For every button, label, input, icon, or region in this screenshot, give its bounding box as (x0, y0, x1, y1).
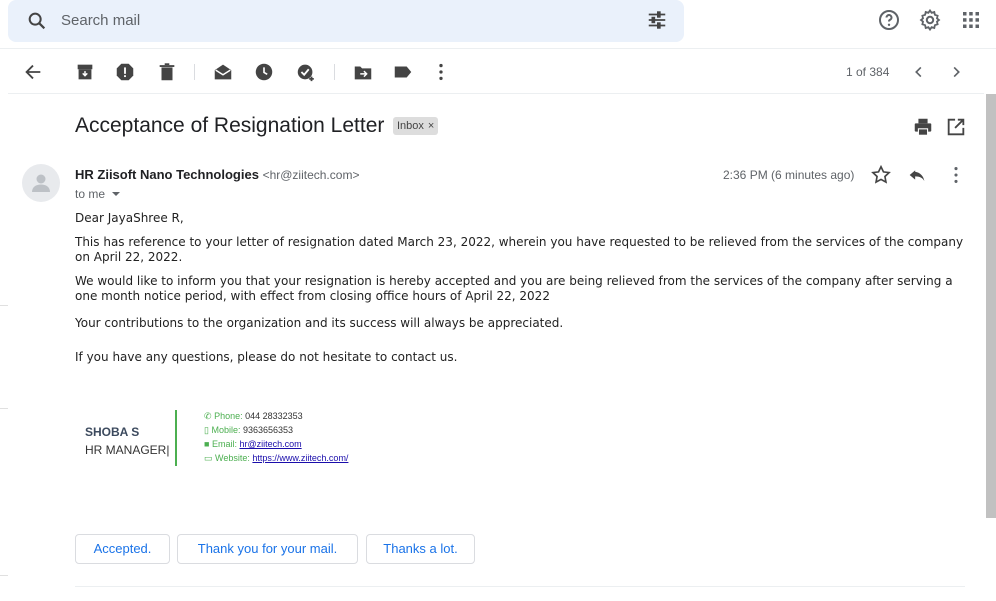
email-paragraph: Your contributions to the organization a… (75, 316, 564, 330)
smart-reply-button[interactable]: Accepted. (75, 534, 170, 564)
apps-grid-icon[interactable] (959, 8, 983, 32)
print-icon[interactable] (912, 116, 934, 138)
newer-chevron-left-icon[interactable] (908, 61, 930, 83)
envelope-icon: ■ (204, 439, 210, 449)
signature-website: ▭ Website: https://www.ziitech.com/ (204, 453, 348, 464)
label-text: Inbox (397, 120, 424, 132)
email-paragraph: We would like to inform you that your re… (75, 274, 953, 303)
search-bar[interactable]: Search mail (8, 0, 684, 42)
email-paragraph: If you have any questions, please do not… (75, 350, 458, 364)
delete-trash-icon[interactable] (156, 61, 178, 83)
signature-mobile: ▯ Mobile: 9363656353 (204, 425, 293, 436)
website-label: Website: (215, 453, 250, 463)
mobile-value: 9363656353 (243, 425, 294, 435)
phone-value: 044 28332353 (245, 411, 303, 421)
sender-name[interactable]: HR Ziisoft Nano Technologies (75, 167, 259, 182)
signature-email: ■ Email: hr@ziitech.com (204, 439, 302, 449)
help-icon[interactable] (877, 8, 901, 32)
back-arrow-icon[interactable] (22, 61, 44, 83)
older-chevron-right-icon[interactable] (945, 61, 967, 83)
signature-website-link[interactable]: https://www.ziitech.com/ (252, 453, 348, 463)
email-subject: Acceptance of Resignation Letter (75, 114, 385, 137)
toolbar-divider (8, 93, 984, 94)
settings-gear-icon[interactable] (918, 8, 942, 32)
signature-phone: ✆ Phone: 044 28332353 (204, 411, 303, 422)
email-greeting: Dear JayaShree R, (75, 211, 184, 225)
more-options-vertical-icon[interactable] (430, 61, 452, 83)
chevron-down-icon[interactable] (111, 190, 121, 198)
remove-label-icon[interactable]: × (428, 120, 434, 132)
signature-name: SHOBA S (85, 425, 140, 439)
phone-label: Phone: (214, 411, 243, 421)
toolbar-separator (334, 64, 335, 80)
more-options-vertical-icon[interactable] (945, 164, 967, 186)
email-timestamp: 2:36 PM (6 minutes ago) (723, 168, 855, 182)
snooze-clock-icon[interactable] (253, 61, 275, 83)
smart-reply-button[interactable]: Thank you for your mail. (177, 534, 358, 564)
report-spam-icon[interactable] (114, 61, 136, 83)
signature-title: HR MANAGER| (85, 443, 170, 457)
email-paragraph: This has reference to your letter of res… (75, 235, 964, 264)
search-options-icon[interactable] (646, 9, 668, 31)
sender-email: <hr@ziitech.com> (262, 168, 360, 182)
reply-arrow-icon[interactable] (906, 164, 928, 186)
star-icon[interactable] (870, 164, 892, 186)
search-input[interactable]: Search mail (61, 12, 140, 29)
globe-icon: ▭ (204, 453, 213, 463)
left-edge-marker (0, 305, 8, 306)
inbox-label-chip[interactable]: Inbox × (393, 117, 439, 135)
left-edge-marker (0, 575, 8, 576)
mobile-label: Mobile: (211, 425, 241, 435)
phone-icon: ✆ (204, 411, 212, 421)
left-edge-marker (0, 408, 8, 409)
message-toolbar: 1 of 384 (0, 50, 996, 94)
pagination-count: 1 of 384 (846, 65, 890, 79)
signature-email-link[interactable]: hr@ziitech.com (239, 439, 301, 449)
recipient-details[interactable]: to me (75, 187, 121, 201)
add-to-tasks-icon[interactable] (295, 61, 317, 83)
search-icon[interactable] (26, 10, 48, 32)
mobile-icon: ▯ (204, 425, 209, 435)
signature-divider (175, 410, 177, 466)
recipient-text: to me (75, 187, 106, 201)
mark-unread-icon[interactable] (212, 61, 234, 83)
label-tag-icon[interactable] (392, 61, 414, 83)
smart-reply-button[interactable]: Thanks a lot. (366, 534, 475, 564)
top-divider (0, 48, 996, 49)
open-in-new-window-icon[interactable] (945, 116, 967, 138)
sender-line: HR Ziisoft Nano Technologies <hr@ziitech… (75, 167, 359, 182)
top-bar: Search mail (0, 0, 996, 48)
move-to-folder-icon[interactable] (352, 61, 374, 83)
scrollbar-thumb[interactable] (986, 94, 996, 518)
email-label: Email: (211, 439, 237, 449)
sender-avatar[interactable] (22, 164, 60, 202)
toolbar-separator (194, 64, 195, 80)
archive-icon[interactable] (74, 61, 96, 83)
message-bottom-divider (75, 586, 965, 587)
person-icon (32, 174, 50, 192)
